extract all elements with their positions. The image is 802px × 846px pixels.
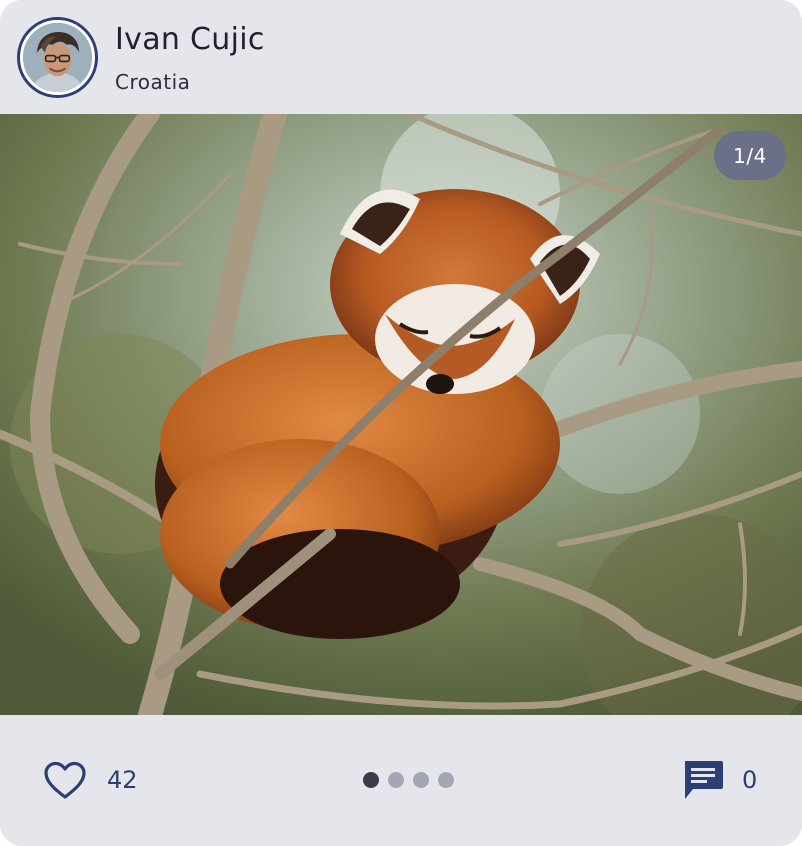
avatar-photo [23, 23, 92, 92]
carousel-dot[interactable] [413, 772, 429, 788]
carousel-dot[interactable] [438, 772, 454, 788]
like-count: 42 [107, 766, 138, 794]
post-photo[interactable] [0, 114, 802, 715]
image-counter-badge: 1/4 [714, 131, 786, 180]
post-header: Ivan Cujic Croatia [0, 0, 802, 114]
red-panda-photo [0, 114, 802, 715]
post-card: Ivan Cujic Croatia 1/4 42 0 [0, 0, 802, 846]
heart-outline-icon[interactable] [43, 760, 87, 800]
author-avatar[interactable] [17, 17, 98, 98]
carousel-dot[interactable] [363, 772, 379, 788]
author-location: Croatia [115, 70, 191, 94]
carousel-dot[interactable] [388, 772, 404, 788]
comment-count: 0 [742, 766, 758, 794]
chat-bubble-icon[interactable] [681, 759, 725, 801]
carousel-indicator [363, 772, 454, 788]
author-name[interactable]: Ivan Cujic [115, 22, 265, 58]
avatar-illustration [23, 23, 92, 92]
